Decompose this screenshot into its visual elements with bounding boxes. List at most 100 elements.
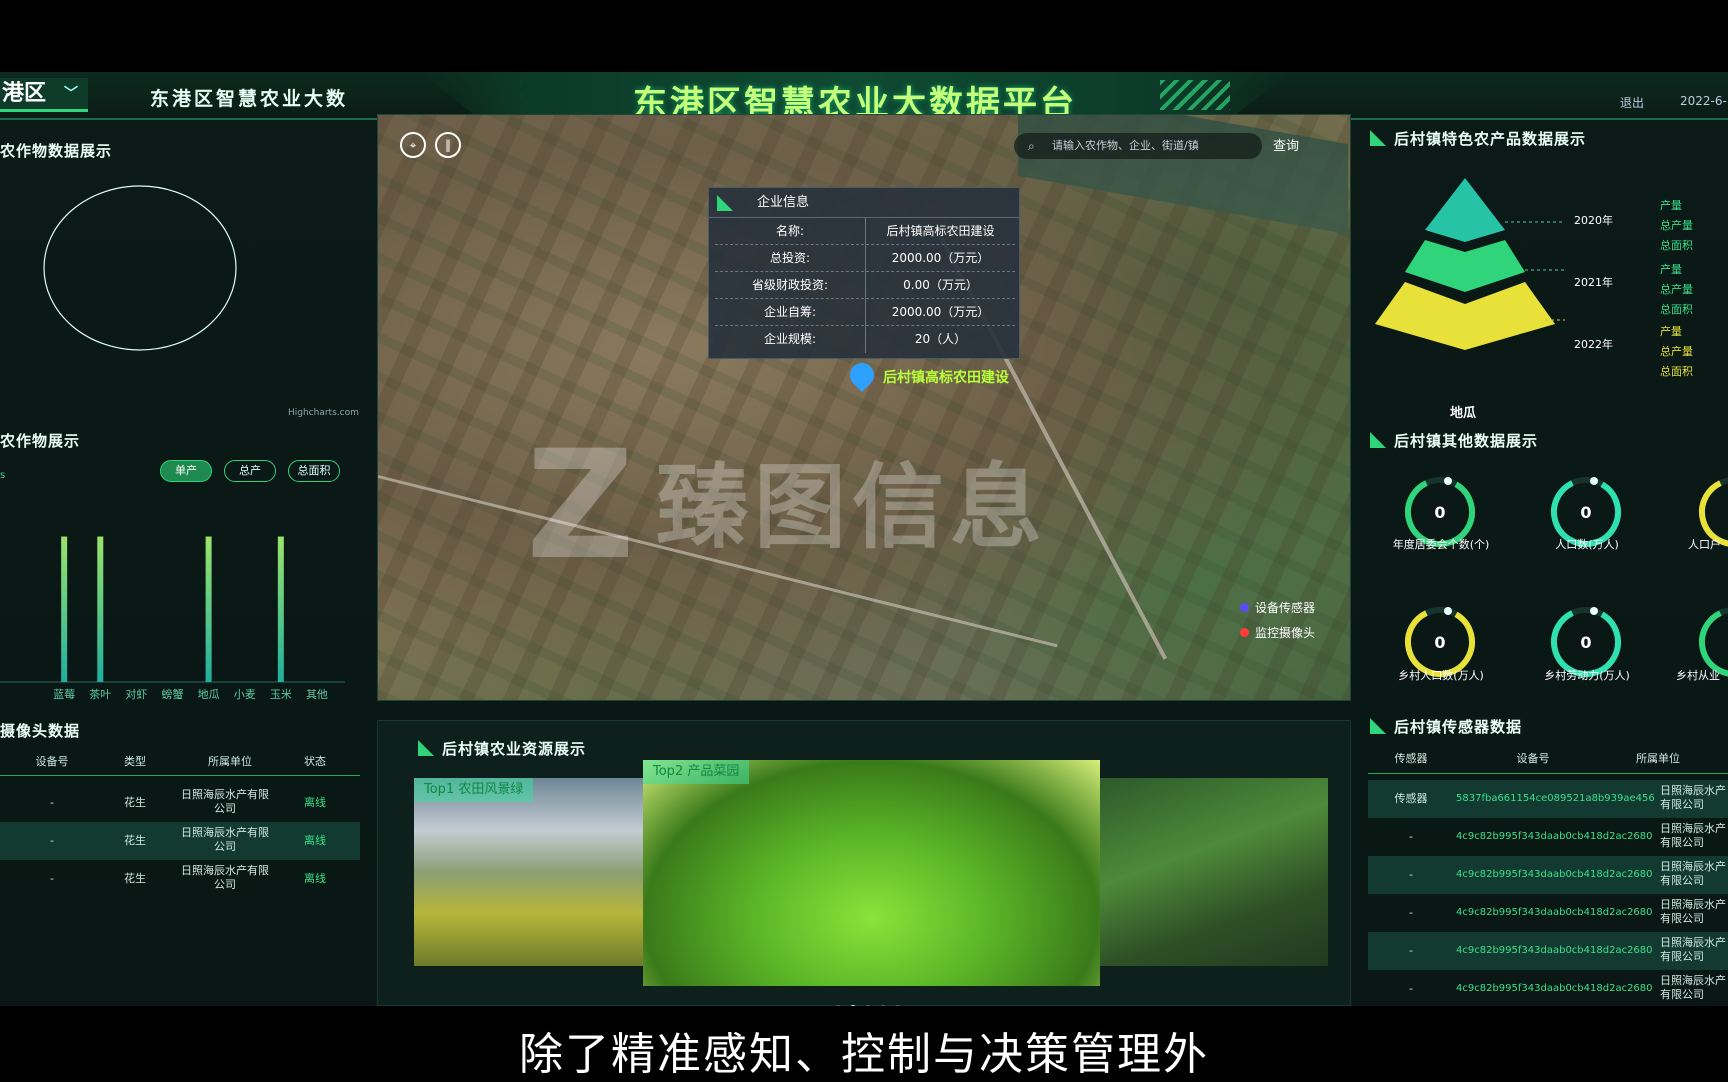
carousel-slide[interactable] (1100, 778, 1328, 966)
cell-status: 离线 (304, 872, 326, 885)
crop-pie-chart (43, 185, 237, 351)
highcharts-credit: Highcharts.com (288, 408, 359, 418)
gauge-value: 0 (1580, 633, 1591, 652)
cell-device: 4c9c82b995f343daab0cb418d2ac2680 (1456, 945, 1653, 956)
popup-value: 0.00（万元） (865, 272, 1015, 299)
popup-title: 企业信息 (757, 195, 810, 210)
table-row[interactable]: - 花生 日照海辰水产有限公司 离线 (0, 822, 360, 860)
sensor-title: 后村镇传感器数据 (1370, 716, 1522, 737)
cell-device: - (50, 834, 54, 847)
system-name: 东港区智慧农业大数 (150, 88, 349, 110)
x-tick-label: 地瓜 (198, 688, 220, 701)
cell-device: 4c9c82b995f343daab0cb418d2ac2680 (1456, 983, 1653, 994)
gauge-label: 乡村劳动力(万人) (1544, 669, 1630, 682)
popup-row: 省级财政投资: 0.00（万元） (715, 272, 1015, 299)
search-input[interactable]: ⌕ 请输入农作物、企业、街道/镇 (1014, 133, 1262, 159)
gauge-indicator (1444, 477, 1452, 485)
cell-unit: 日照海辰水产有限公司 (1660, 860, 1726, 887)
metric-label: 产量 (1660, 199, 1682, 212)
special-products-title: 后村镇特色农产品数据展示 (1370, 128, 1586, 149)
table-row[interactable]: - 4c9c82b995f343daab0cb418d2ac2680 日照海辰水产有… (1368, 818, 1728, 856)
popup-row: 企业规模: 20（人） (715, 326, 1015, 353)
crop-data-title: 农作物数据展示 (0, 142, 113, 160)
cell-unit: 日照海辰水产有限公司 (181, 864, 269, 891)
popup-key: 总投资: (769, 251, 811, 265)
table-row[interactable]: - 4c9c82b995f343daab0cb418d2ac2680 日照海辰水产有… (1368, 932, 1728, 970)
year-label: 2021年 (1574, 276, 1613, 289)
carousel-slide-active[interactable]: Top2 产品菜园 (643, 760, 1100, 986)
table-header: 设备号 类型 所属单位 状态 (0, 748, 360, 776)
year-label: 2020年 (1574, 214, 1613, 227)
legend-dot (1240, 628, 1249, 637)
pause-icon[interactable]: ‖ (435, 132, 461, 158)
table-row[interactable]: - 4c9c82b995f343daab0cb418d2ac2680 日照海辰水产有… (1368, 894, 1728, 932)
bar[interactable] (205, 536, 212, 682)
popup-header: 企业信息 (709, 188, 1019, 218)
cell-device: 4c9c82b995f343daab0cb418d2ac2680 (1456, 869, 1653, 880)
table-row[interactable]: - 花生 日照海辰水产有限公司 离线 (0, 860, 360, 898)
cell-status: 离线 (304, 834, 326, 847)
metric-label: 总产量 (1660, 283, 1693, 296)
locate-icon[interactable]: ⌖ (400, 132, 426, 158)
other-data-title: 后村镇其他数据展示 (1370, 430, 1538, 451)
cell-device: 5837fba661154ce089521a8b939ae456 (1456, 793, 1655, 804)
cell-unit: 日照海辰水产有限公司 (181, 826, 269, 853)
popup-key: 名称: (775, 224, 805, 238)
table-row[interactable]: - 花生 日照海辰水产有限公司 离线 (0, 784, 360, 822)
video-letterbox-top (0, 0, 1728, 72)
table-row[interactable]: - 4c9c82b995f343daab0cb418d2ac2680 日照海辰水产有… (1368, 970, 1728, 1008)
metric-list: 产量 总产量 总面积 (1660, 322, 1693, 382)
pyramid-label: 地瓜 (1450, 406, 1477, 421)
bar[interactable] (97, 536, 104, 682)
video-subtitle: 除了精准感知、控制与决策管理外 (519, 1029, 1209, 1080)
gauge-indicator (1590, 607, 1598, 615)
cell-unit: 日照海辰水产有限公司 (1660, 784, 1726, 811)
gauge-value: 0 (1434, 503, 1445, 522)
date-display: 2022-6- (1680, 94, 1727, 108)
cell-type: 花生 (124, 872, 146, 885)
cell-device: 4c9c82b995f343daab0cb418d2ac2680 (1456, 907, 1653, 918)
bar[interactable] (61, 536, 68, 682)
gauge-label: 年度居委会个数(个) (1392, 538, 1490, 551)
gauge-label: 人口户 (1688, 538, 1721, 551)
cell-device: 4c9c82b995f343daab0cb418d2ac2680 (1456, 831, 1653, 842)
gauge-indicator (1590, 477, 1598, 485)
pyramid-chart (1375, 178, 1565, 350)
watermark: Z 臻图信息 (526, 419, 1049, 593)
cell-unit: 日照海辰水产有限公司 (1660, 974, 1726, 1001)
camera-title: 摄像头数据 (0, 722, 81, 740)
gauge-label: 人口数(万人) (1555, 538, 1619, 551)
cell-unit: 日照海辰水产有限公司 (1660, 822, 1726, 849)
popup-key: 企业自筹: (763, 305, 817, 319)
carousel-slide[interactable]: Top1 农田风景绿 (414, 778, 644, 966)
camera-table: 设备号 类型 所属单位 状态 - 花生 日照海辰水产有限公司 离线 - 花生 日… (0, 748, 360, 958)
dashboard: 港区 ﹀ 东港区智慧农业大数 东港区智慧农业大数据平台 退出 2022-6- 农… (0, 72, 1728, 1011)
legend-sensor: 设备传感器 (1240, 599, 1315, 616)
bar[interactable] (277, 536, 284, 682)
legend-dot (1240, 603, 1249, 612)
table-row[interactable]: - 4c9c82b995f343daab0cb418d2ac2680 日照海辰水产有… (1368, 856, 1728, 894)
cell-unit: 日照海辰水产有限公司 (181, 788, 269, 815)
metric-label: 总产量 (1660, 345, 1693, 358)
gauge-label: 乡村从业 (1676, 669, 1720, 682)
slide-tag: Top2 产品菜园 (643, 760, 750, 784)
header-status: 状态 (304, 755, 326, 768)
popup-value: 后村镇高标农田建设 (865, 218, 1015, 245)
legend-label: 设备传感器 (1255, 601, 1316, 615)
pyramid-tier-2021 (1405, 240, 1525, 292)
region-select[interactable]: 港区 ﹀ (0, 78, 88, 112)
query-button[interactable]: 查询 (1273, 135, 1299, 154)
pyramid-tier-2022 (1375, 282, 1555, 350)
resource-title: 后村镇农业资源展示 (418, 738, 586, 759)
logout-button[interactable]: 退出 (1620, 94, 1644, 111)
popup-value: 20（人） (865, 326, 1015, 353)
legend-label: 监控摄像头 (1255, 626, 1316, 640)
satellite-map[interactable]: ⌖ ‖ ⌕ 请输入农作物、企业、街道/镇 查询 企业信息 名称: 后村镇高标农田建… (377, 114, 1351, 701)
header-device: 设备号 (1516, 752, 1550, 765)
metric-label: 总面积 (1660, 239, 1693, 252)
cell-type: 花生 (124, 834, 146, 847)
table-row[interactable]: 传感器 5837fba661154ce089521a8b939ae456 日照海辰水… (1368, 780, 1728, 818)
header-unit: 所属单位 (208, 755, 252, 768)
x-tick-label: 对虾 (125, 687, 147, 701)
cell-device: - (50, 872, 54, 885)
